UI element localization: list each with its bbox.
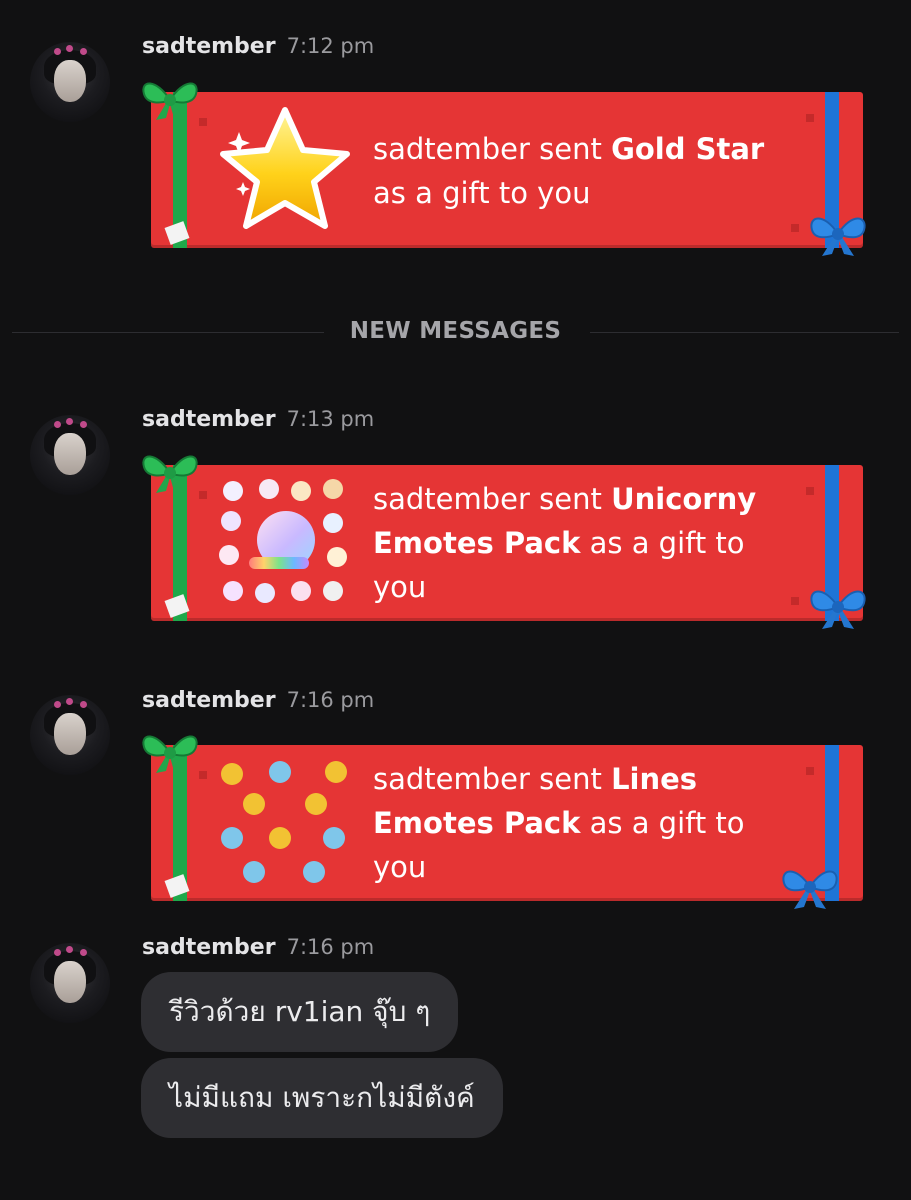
message-bubble[interactable]: ไม่มีแถม เพราะกไม่มีตังค์ [141, 1058, 503, 1138]
message-bubble[interactable]: รีวิวด้วย rv1ian จุ๊บ ๆ [141, 972, 459, 1052]
message-header: sadtember 7:16 pm [142, 686, 374, 715]
gift-card[interactable]: sadtember sent Lines Emotes Pack as a gi… [151, 745, 863, 901]
avatar[interactable] [30, 943, 110, 1023]
message-header: sadtember 7:12 pm [142, 32, 374, 61]
message-header: sadtember 7:13 pm [142, 405, 374, 434]
timestamp: 7:13 pm [286, 407, 375, 431]
sender-name[interactable]: sadtember [142, 688, 276, 713]
blue-bow-icon [782, 870, 838, 909]
avatar[interactable] [30, 42, 110, 122]
gold-star-icon [220, 107, 350, 229]
sender-name[interactable]: sadtember [142, 935, 276, 960]
gift-message: sadtember sent Unicorny Emotes Pack as a… [373, 482, 757, 604]
blue-bow-icon [810, 590, 866, 629]
avatar[interactable] [30, 695, 110, 775]
blue-bow-icon [810, 217, 866, 256]
gift-card[interactable]: sadtember sent Unicorny Emotes Pack as a… [151, 465, 863, 621]
new-messages-divider-label: NEW MESSAGES [349, 318, 562, 344]
green-bow-icon [142, 735, 198, 773]
timestamp: 7:16 pm [286, 688, 375, 712]
gift-message: sadtember sent Gold Star as a gift to yo… [373, 132, 765, 210]
timestamp: 7:16 pm [286, 935, 375, 959]
green-bow-icon [142, 82, 198, 120]
sender-name[interactable]: sadtember [142, 407, 276, 432]
green-bow-icon [142, 455, 198, 493]
sender-name[interactable]: sadtember [142, 34, 276, 59]
gift-item-name: Gold Star [611, 132, 765, 166]
gift-message: sadtember sent Lines Emotes Pack as a gi… [373, 762, 745, 884]
unicorn-emotes-icon [219, 477, 354, 609]
message-header: sadtember 7:16 pm [142, 933, 374, 962]
lines-emotes-icon [219, 757, 354, 889]
timestamp: 7:12 pm [286, 34, 375, 58]
avatar[interactable] [30, 415, 110, 495]
gift-card[interactable]: sadtember sent Gold Star as a gift to yo… [151, 92, 863, 248]
